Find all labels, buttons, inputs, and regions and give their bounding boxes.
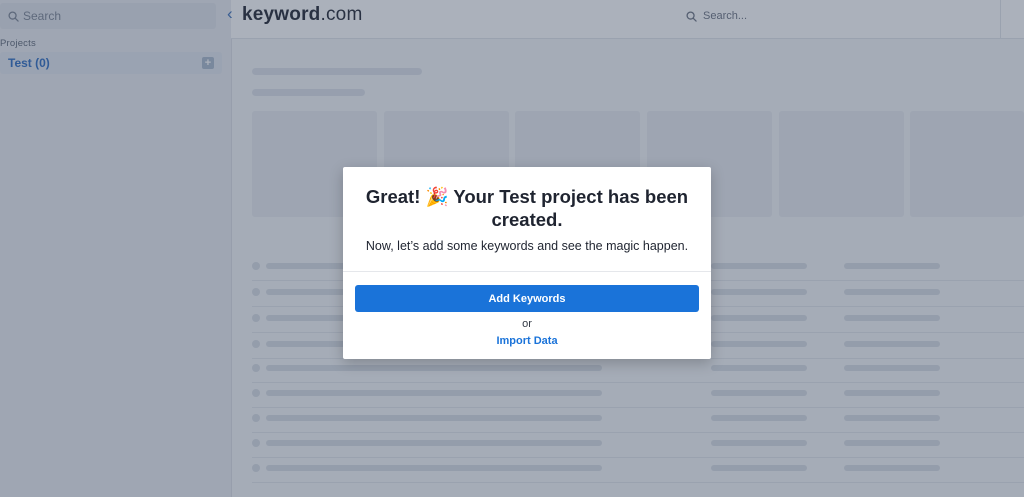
add-keywords-button[interactable]: Add Keywords xyxy=(355,285,699,312)
dialog-title: Great! 🎉 Your Test project has been crea… xyxy=(365,186,689,230)
dialog-divider xyxy=(343,271,711,272)
import-data-link[interactable]: Import Data xyxy=(343,335,711,347)
dialog-subtitle: Now, let’s add some keywords and see the… xyxy=(365,239,689,253)
project-created-dialog: Great! 🎉 Your Test project has been crea… xyxy=(343,167,711,359)
or-separator: or xyxy=(522,318,532,330)
